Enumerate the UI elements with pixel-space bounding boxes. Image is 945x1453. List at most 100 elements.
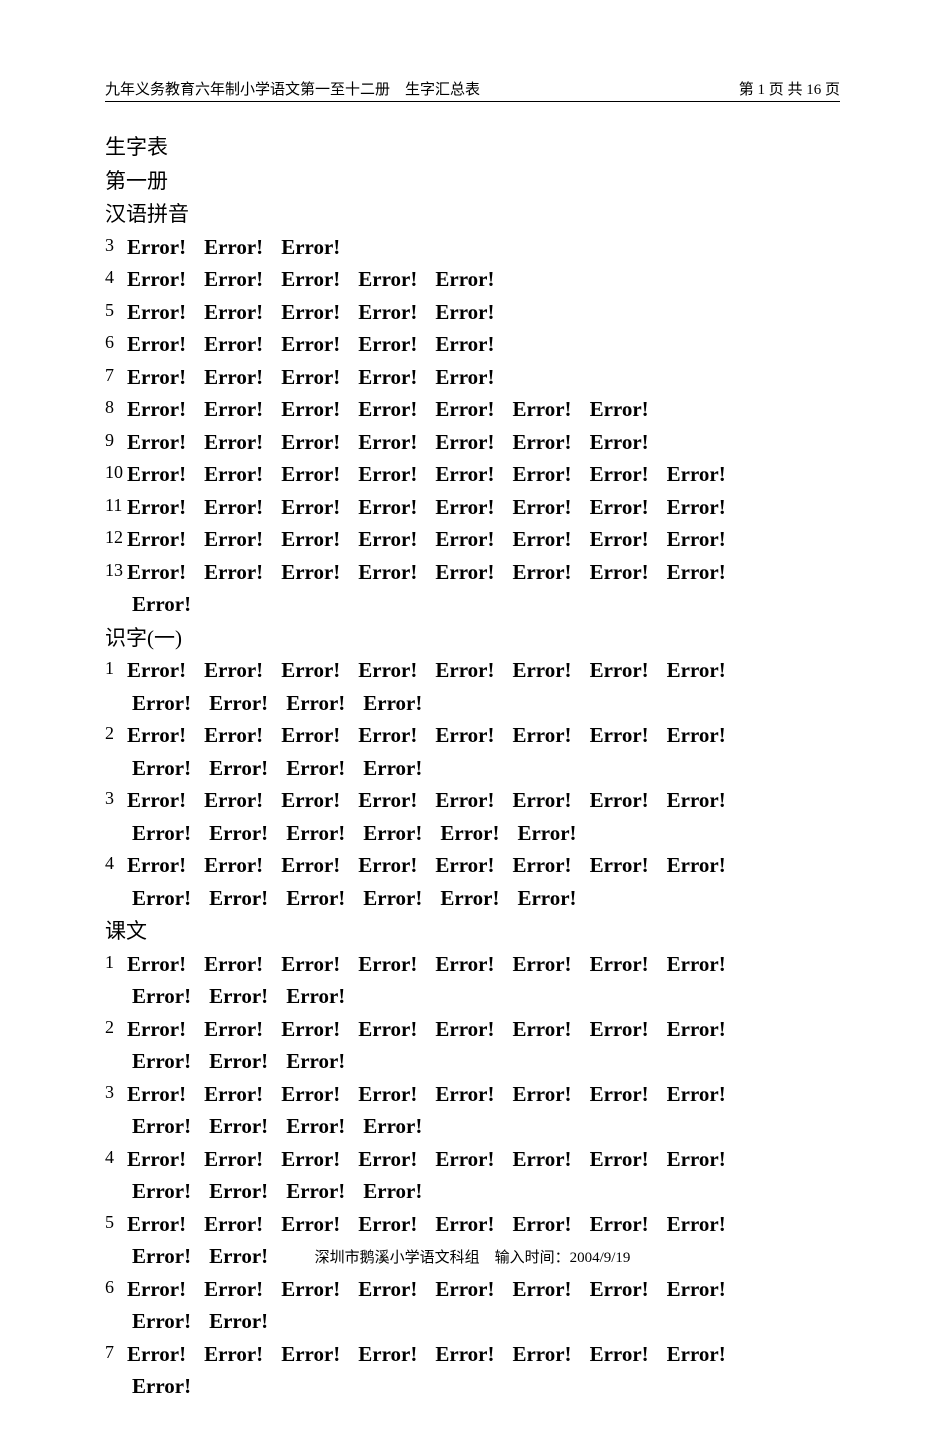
row-number: 9 — [105, 427, 127, 454]
error-text: Error! — [435, 1017, 494, 1041]
error-text: Error! — [358, 397, 417, 421]
kewen-row-cont: Error!Error!Error!Error! — [105, 1111, 840, 1143]
error-text: Error! — [363, 886, 422, 910]
error-text: Error! — [590, 397, 649, 421]
error-text: Error! — [281, 658, 340, 682]
row-number: 5 — [105, 1209, 127, 1236]
error-text: Error! — [590, 788, 649, 812]
error-text: Error! — [132, 821, 191, 845]
error-text: Error! — [512, 1212, 571, 1236]
error-text: Error! — [204, 1212, 263, 1236]
header-title: 九年义务教育六年制小学语文第一至十二册 生字汇总表 — [105, 78, 480, 99]
error-text: Error! — [209, 691, 268, 715]
error-text: Error! — [132, 756, 191, 780]
error-text: Error! — [204, 462, 263, 486]
error-text: Error! — [512, 723, 571, 747]
error-text: Error! — [132, 1374, 191, 1398]
error-text: Error! — [512, 560, 571, 584]
error-text: Error! — [435, 658, 494, 682]
error-text: Error! — [358, 365, 417, 389]
error-text: Error! — [209, 1309, 268, 1333]
pinyin-row: 5Error!Error!Error!Error!Error! — [105, 297, 840, 329]
error-text: Error! — [281, 397, 340, 421]
row-number: 3 — [105, 1079, 127, 1106]
error-text: Error! — [435, 1277, 494, 1301]
error-text: Error! — [358, 495, 417, 519]
error-text: Error! — [358, 1212, 417, 1236]
error-text: Error! — [132, 1309, 191, 1333]
error-text: Error! — [204, 1147, 263, 1171]
heading-pinyin: 汉语拼音 — [105, 199, 840, 231]
error-text: Error! — [435, 723, 494, 747]
heading-kewen: 课文 — [105, 916, 840, 948]
error-text: Error! — [517, 886, 576, 910]
pinyin-row: 4Error!Error!Error!Error!Error! — [105, 264, 840, 296]
error-text: Error! — [204, 560, 263, 584]
error-text: Error! — [132, 1049, 191, 1073]
error-text: Error! — [517, 821, 576, 845]
shizi-row-cont: Error!Error!Error!Error! — [105, 753, 840, 785]
pinyin-row: 6Error!Error!Error!Error!Error! — [105, 329, 840, 361]
error-text: Error! — [363, 756, 422, 780]
row-number: 4 — [105, 850, 127, 877]
pinyin-row: 7Error!Error!Error!Error!Error! — [105, 362, 840, 394]
error-text: Error! — [667, 723, 726, 747]
error-text: Error! — [204, 430, 263, 454]
error-text: Error! — [204, 235, 263, 259]
error-text: Error! — [512, 1082, 571, 1106]
error-text: Error! — [281, 560, 340, 584]
error-text: Error! — [281, 332, 340, 356]
error-text: Error! — [286, 984, 345, 1008]
error-text: Error! — [512, 1342, 571, 1366]
error-text: Error! — [281, 1277, 340, 1301]
error-text: Error! — [667, 1147, 726, 1171]
error-text: Error! — [667, 527, 726, 551]
error-text: Error! — [204, 267, 263, 291]
kewen-row-cont: Error! Error! — [105, 1306, 840, 1338]
error-text: Error! — [440, 821, 499, 845]
error-text: Error! — [281, 1082, 340, 1106]
row-number: 3 — [105, 232, 127, 259]
error-text: Error! — [204, 300, 263, 324]
kewen-row: 7Error!Error!Error!Error!Error!Error!Err… — [105, 1339, 840, 1371]
kewen-row: 4Error!Error!Error!Error!Error!Error!Err… — [105, 1144, 840, 1176]
error-text: Error! — [281, 723, 340, 747]
error-text: Error! — [204, 723, 263, 747]
error-text: Error! — [127, 332, 186, 356]
shizi-row-cont: Error!Error!Error!Error!Error!Error! — [105, 818, 840, 850]
error-text: Error! — [286, 821, 345, 845]
error-text: Error! — [127, 495, 186, 519]
error-text: Error! — [435, 1342, 494, 1366]
footer-org: 深圳市鹅溪小学语文科组 — [315, 1250, 480, 1266]
shizi-row-cont: Error!Error!Error!Error! — [105, 688, 840, 720]
error-text: Error! — [204, 1082, 263, 1106]
error-text: Error! — [127, 1277, 186, 1301]
error-text: Error! — [512, 788, 571, 812]
footer-label: 输入时间： — [480, 1250, 570, 1266]
error-text: Error! — [667, 1342, 726, 1366]
error-text: Error! — [286, 756, 345, 780]
header-pagination: 第 1 页 共 16 页 — [739, 78, 840, 99]
error-text: Error! — [435, 527, 494, 551]
error-text: Error! — [281, 365, 340, 389]
kewen-row: 5Error!Error!Error!Error!Error!Error!Err… — [105, 1209, 840, 1241]
error-text: Error! — [590, 952, 649, 976]
error-text: Error! — [590, 462, 649, 486]
row-number: 13 — [105, 557, 127, 584]
error-text: Error! — [667, 1277, 726, 1301]
error-text: Error! — [358, 952, 417, 976]
error-text: Error! — [204, 365, 263, 389]
kewen-row: 3Error!Error!Error!Error!Error!Error!Err… — [105, 1079, 840, 1111]
error-text: Error! — [512, 1147, 571, 1171]
error-text: Error! — [435, 1082, 494, 1106]
error-text: Error! — [127, 235, 186, 259]
error-text: Error! — [127, 1147, 186, 1171]
pinyin-row: 10Error!Error!Error!Error!Error!Error!Er… — [105, 459, 840, 491]
error-text: Error! — [358, 430, 417, 454]
error-text: Error! — [127, 952, 186, 976]
error-text: Error! — [512, 853, 571, 877]
error-text: Error! — [435, 397, 494, 421]
row-number: 7 — [105, 1339, 127, 1366]
error-text: Error! — [512, 430, 571, 454]
error-text: Error! — [281, 527, 340, 551]
